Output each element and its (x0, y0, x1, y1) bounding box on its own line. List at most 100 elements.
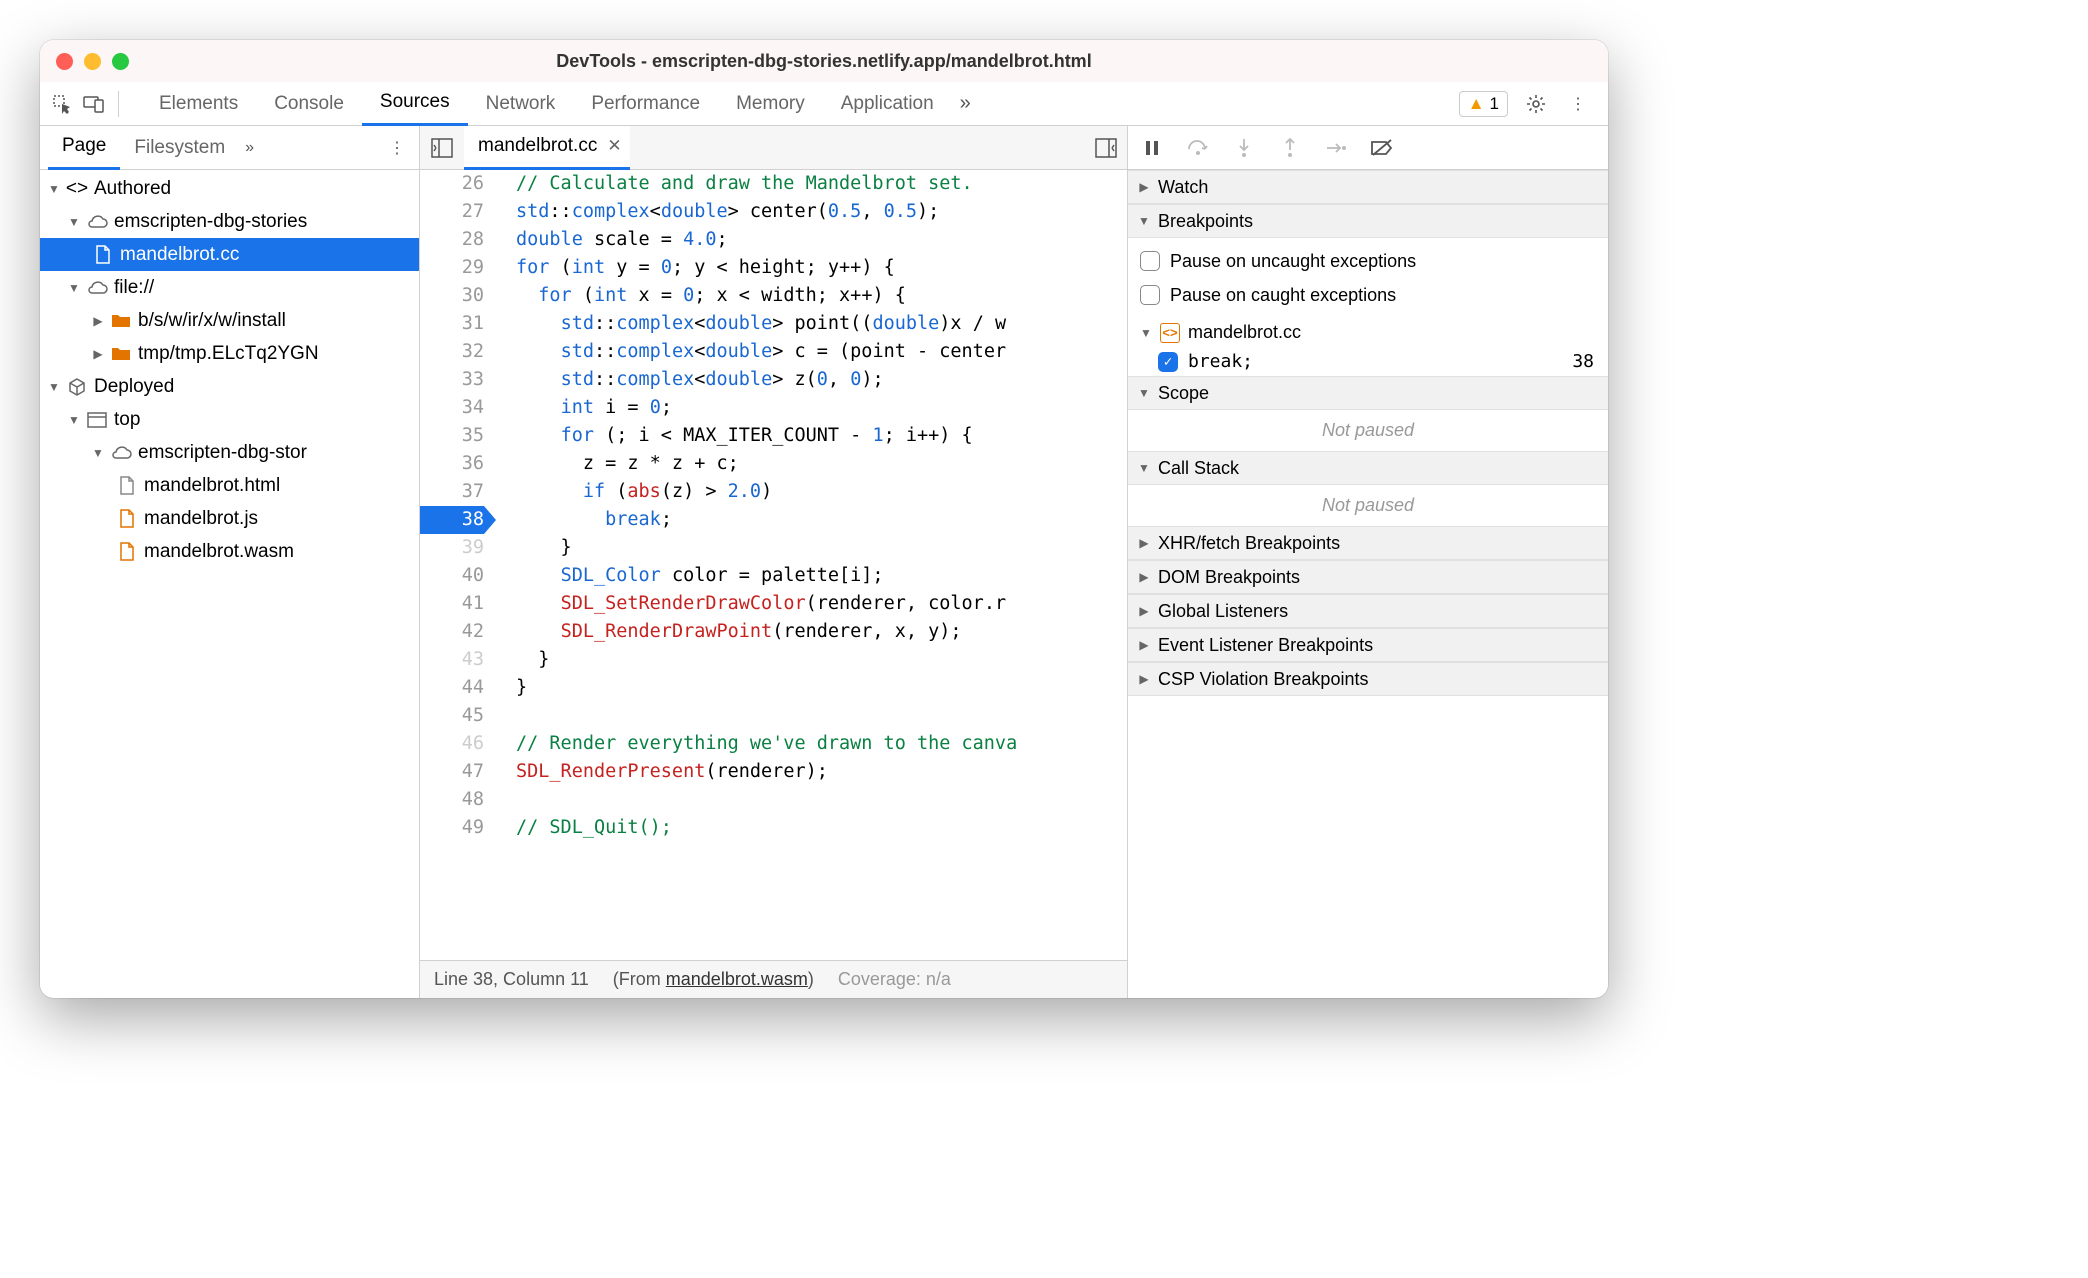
cloud-icon (110, 445, 132, 461)
warning-count: 1 (1490, 94, 1499, 114)
file-tree: ▼<>Authored ▼emscripten-dbg-stories mand… (40, 170, 419, 998)
navigator-sidebar: Page Filesystem » ⋮ ▼<>Authored ▼emscrip… (40, 126, 420, 998)
divider (118, 91, 119, 117)
tree-file-mandelbrot-cc[interactable]: mandelbrot.cc (40, 238, 419, 271)
tab-performance[interactable]: Performance (573, 82, 718, 126)
editor-statusbar: Line 38, Column 11 (From mandelbrot.wasm… (420, 960, 1127, 998)
tab-memory[interactable]: Memory (718, 82, 823, 126)
main-area: Page Filesystem » ⋮ ▼<>Authored ▼emscrip… (40, 126, 1608, 998)
pause-caught-checkbox[interactable]: Pause on caught exceptions (1140, 278, 1596, 312)
navigator-tab-page[interactable]: Page (48, 126, 120, 170)
navigator-menu-icon[interactable]: ⋮ (383, 134, 411, 162)
step-into-icon[interactable] (1232, 136, 1256, 160)
xhr-section[interactable]: ▶XHR/fetch Breakpoints (1128, 526, 1608, 560)
tree-file-js[interactable]: mandelbrot.js (40, 502, 419, 535)
tree-deployed[interactable]: ▼Deployed (40, 370, 419, 403)
cursor-position: Line 38, Column 11 (434, 969, 589, 990)
breakpoint-entry[interactable]: ✓break; 38 (1128, 347, 1608, 376)
tab-elements[interactable]: Elements (141, 82, 256, 126)
code-icon: <> (66, 178, 88, 200)
window-title: DevTools - emscripten-dbg-stories.netlif… (556, 51, 1091, 72)
file-icon (116, 476, 138, 496)
editor-pane: mandelbrot.cc ✕ 262728293031323334353637… (420, 126, 1128, 998)
cloud-icon (86, 214, 108, 230)
window-controls (56, 53, 129, 70)
step-out-icon[interactable] (1278, 136, 1302, 160)
inspect-element-icon[interactable] (48, 90, 76, 118)
zoom-window-button[interactable] (112, 53, 129, 70)
line-gutter[interactable]: 2627282930313233343536373839404142434445… (420, 170, 498, 960)
folder-icon (110, 346, 132, 362)
scope-section[interactable]: ▼Scope (1128, 376, 1608, 410)
editor-tab-label: mandelbrot.cc (478, 135, 597, 157)
source-badge-icon: <> (1160, 323, 1180, 343)
step-icon[interactable] (1324, 136, 1348, 160)
devtools-window: DevTools - emscripten-dbg-stories.netlif… (40, 40, 1608, 998)
navigator-more-icon[interactable]: » (245, 139, 254, 157)
checkbox-checked-icon: ✓ (1158, 352, 1178, 372)
pause-icon[interactable] (1140, 136, 1164, 160)
source-from: (From mandelbrot.wasm) (613, 969, 814, 990)
callstack-section[interactable]: ▼Call Stack (1128, 451, 1608, 485)
tab-sources[interactable]: Sources (362, 82, 468, 126)
scope-not-paused: Not paused (1128, 410, 1608, 451)
editor-tab-active[interactable]: mandelbrot.cc ✕ (464, 126, 630, 170)
step-over-icon[interactable] (1186, 136, 1210, 160)
checkbox-icon (1140, 285, 1160, 305)
callstack-not-paused: Not paused (1128, 485, 1608, 526)
tree-folder-2[interactable]: ▶tmp/tmp.ELcTq2YGN (40, 337, 419, 370)
device-toggle-icon[interactable] (80, 90, 108, 118)
event-section[interactable]: ▶Event Listener Breakpoints (1128, 628, 1608, 662)
breakpoint-file-group[interactable]: ▼<>mandelbrot.cc (1128, 318, 1608, 347)
file-icon (116, 542, 138, 562)
debugger-pane: ▶Watch ▼Breakpoints Pause on uncaught ex… (1128, 126, 1608, 998)
tab-console[interactable]: Console (256, 82, 362, 126)
deactivate-breakpoints-icon[interactable] (1370, 136, 1394, 160)
tree-site-2[interactable]: ▼emscripten-dbg-stor (40, 436, 419, 469)
main-toolbar: Elements Console Sources Network Perform… (40, 82, 1608, 126)
checkbox-icon (1140, 251, 1160, 271)
tree-file-scheme[interactable]: ▼file:// (40, 271, 419, 304)
tab-application[interactable]: Application (823, 82, 952, 126)
code-editor[interactable]: 2627282930313233343536373839404142434445… (420, 170, 1127, 960)
settings-icon[interactable] (1522, 90, 1550, 118)
file-icon (116, 509, 138, 529)
watch-section[interactable]: ▶Watch (1128, 170, 1608, 204)
frame-icon (86, 412, 108, 428)
more-menu-icon[interactable]: ⋮ (1564, 90, 1592, 118)
csp-section[interactable]: ▶CSP Violation Breakpoints (1128, 662, 1608, 696)
tree-folder-1[interactable]: ▶b/s/w/ir/x/w/install (40, 304, 419, 337)
minimize-window-button[interactable] (84, 53, 101, 70)
warning-icon: ▲ (1468, 94, 1485, 114)
tree-file-wasm[interactable]: mandelbrot.wasm (40, 535, 419, 568)
global-section[interactable]: ▶Global Listeners (1128, 594, 1608, 628)
breakpoints-section[interactable]: ▼Breakpoints (1128, 204, 1608, 238)
warnings-badge[interactable]: ▲ 1 (1459, 91, 1508, 117)
toggle-debugger-icon[interactable] (1095, 138, 1127, 158)
titlebar: DevTools - emscripten-dbg-stories.netlif… (40, 40, 1608, 82)
close-tab-icon[interactable]: ✕ (607, 136, 621, 156)
close-window-button[interactable] (56, 53, 73, 70)
debugger-toolbar (1128, 126, 1608, 170)
cloud-icon (86, 280, 108, 296)
tab-network[interactable]: Network (468, 82, 574, 126)
tree-file-html[interactable]: mandelbrot.html (40, 469, 419, 502)
file-icon (92, 245, 114, 265)
navigator-tabs: Page Filesystem » ⋮ (40, 126, 419, 170)
code-content[interactable]: // Calculate and draw the Mandelbrot set… (498, 170, 1127, 960)
navigator-tab-filesystem[interactable]: Filesystem (120, 126, 239, 170)
panel-tabs: Elements Console Sources Network Perform… (141, 82, 1455, 126)
pause-uncaught-checkbox[interactable]: Pause on uncaught exceptions (1140, 244, 1596, 278)
cube-icon (66, 377, 88, 397)
tree-site[interactable]: ▼emscripten-dbg-stories (40, 205, 419, 238)
dom-section[interactable]: ▶DOM Breakpoints (1128, 560, 1608, 594)
breakpoints-body: Pause on uncaught exceptions Pause on ca… (1128, 238, 1608, 318)
tree-authored[interactable]: ▼<>Authored (40, 172, 419, 205)
tree-top[interactable]: ▼top (40, 403, 419, 436)
coverage-status: Coverage: n/a (838, 969, 951, 990)
toggle-navigator-icon[interactable] (424, 130, 460, 166)
breakpoint-line-number: 38 (1572, 351, 1594, 372)
more-tabs-icon[interactable]: » (952, 92, 979, 115)
folder-icon (110, 313, 132, 329)
source-link[interactable]: mandelbrot.wasm (666, 969, 808, 989)
